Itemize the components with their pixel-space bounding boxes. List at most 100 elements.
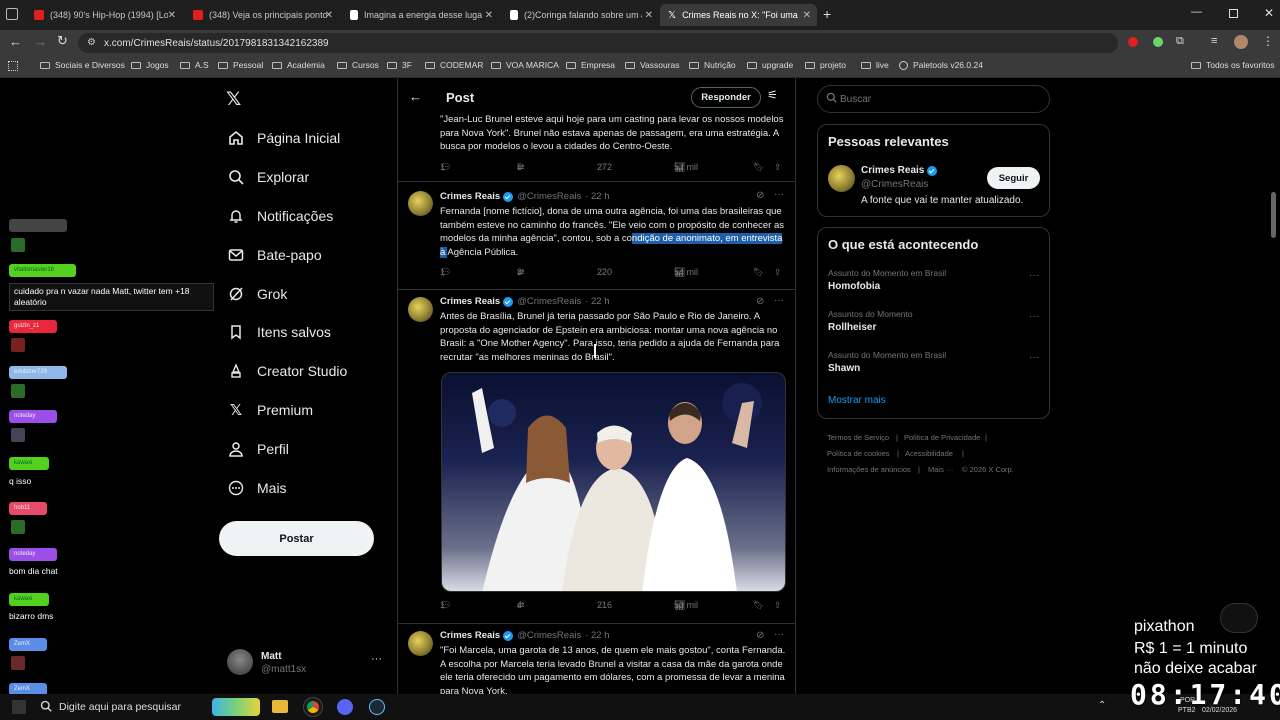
- address-bar[interactable]: ⚙ x.com/CrimesReais/status/2017981831342…: [78, 33, 1118, 53]
- footer-link[interactable]: Política de Privacidade: [904, 433, 980, 442]
- nav-premium[interactable]: 𝕏 Premium: [227, 398, 313, 422]
- file-explorer-icon[interactable]: [272, 700, 288, 713]
- grok-icon[interactable]: ⊘: [756, 190, 764, 201]
- timestamp[interactable]: · 22 h: [585, 296, 609, 307]
- back-icon[interactable]: ←: [9, 34, 22, 49]
- extension-red-icon[interactable]: [1128, 37, 1138, 47]
- new-tab-button[interactable]: +: [823, 6, 831, 22]
- media-controls-icon[interactable]: ≡: [1211, 35, 1217, 47]
- close-tab-icon[interactable]: ✕: [485, 10, 493, 21]
- nav-explore[interactable]: Explorar: [227, 165, 309, 189]
- browser-tab[interactable]: (2)Coringa falando sobre um ar ✕: [502, 4, 659, 26]
- bookmark-folder[interactable]: 3F: [387, 60, 412, 70]
- trend-item[interactable]: Assunto do Momento em Brasil Homofobia ·…: [818, 264, 1051, 300]
- back-arrow-icon[interactable]: ←: [409, 89, 422, 104]
- nav-grok[interactable]: Grok: [227, 282, 287, 306]
- avatar[interactable]: [408, 191, 433, 216]
- follow-button[interactable]: Seguir: [987, 167, 1040, 189]
- site-info-icon[interactable]: ⚙: [87, 37, 96, 48]
- bookmark-folder[interactable]: Empresa: [566, 60, 615, 70]
- browser-menu-icon[interactable]: ⋮: [1262, 34, 1274, 48]
- forward-icon[interactable]: →: [34, 34, 47, 49]
- minimize-button[interactable]: —: [1191, 6, 1202, 18]
- share-icon[interactable]: ⇪: [774, 267, 782, 278]
- more-dots-icon[interactable]: ···: [774, 189, 784, 200]
- bookmark-folder[interactable]: Vassouras: [625, 60, 680, 70]
- browser-tab[interactable]: (348) Veja os principais pontos ✕: [185, 4, 339, 26]
- close-window-button[interactable]: ✕: [1264, 6, 1274, 20]
- author-name[interactable]: Crimes Reais: [440, 191, 500, 202]
- show-more-link[interactable]: Mostrar mais: [828, 395, 886, 406]
- browser-tab[interactable]: (348) 90's Hip-Hop (1994) [Lost ✕: [26, 4, 182, 26]
- author-name-row[interactable]: Crimes Reais: [861, 165, 938, 176]
- close-tab-icon[interactable]: ✕: [645, 10, 653, 21]
- extensions-puzzle-icon[interactable]: ⧉: [1176, 35, 1184, 48]
- author-name[interactable]: Crimes Reais: [440, 630, 500, 641]
- footer-link[interactable]: Termos de Serviço: [827, 433, 889, 442]
- nav-notifications[interactable]: Notificações: [227, 204, 333, 228]
- steam-icon[interactable]: [369, 699, 385, 715]
- bookmark-icon[interactable]: 🔖︎: [753, 267, 764, 278]
- browser-tab[interactable]: Imagina a energia desse lugar? ✕: [342, 4, 499, 26]
- author-name[interactable]: Crimes Reais: [440, 296, 500, 307]
- bookmark-folder[interactable]: VOA MARICA: [491, 60, 559, 70]
- tweet-media-image[interactable]: [441, 372, 786, 592]
- bookmark-folder[interactable]: upgrade: [747, 60, 793, 70]
- more-dots-icon[interactable]: ···: [1029, 270, 1039, 281]
- bookmark-folder[interactable]: Nutrição: [689, 60, 736, 70]
- footer-link[interactable]: Política de cookies: [827, 449, 890, 458]
- more-dots-icon[interactable]: ···: [1029, 352, 1039, 363]
- timestamp[interactable]: · 22 h: [585, 191, 609, 202]
- footer-link[interactable]: Mais ···: [928, 465, 953, 474]
- bookmark-folder[interactable]: Academia: [272, 60, 325, 70]
- more-dots-icon[interactable]: ···: [774, 629, 784, 640]
- nav-more[interactable]: Mais: [227, 476, 287, 500]
- bookmark-folder[interactable]: projeto: [805, 60, 846, 70]
- discord-icon[interactable]: [337, 699, 353, 715]
- nav-chat[interactable]: Bate-papo: [227, 243, 322, 267]
- chrome-icon[interactable]: [303, 697, 323, 717]
- avatar[interactable]: [408, 297, 433, 322]
- reload-icon[interactable]: ↻: [57, 33, 68, 49]
- post-button[interactable]: Postar: [219, 521, 374, 556]
- search-input[interactable]: Buscar: [817, 85, 1050, 113]
- grok-icon[interactable]: ⊘: [756, 630, 764, 641]
- bookmark-icon[interactable]: 🔖︎: [753, 600, 764, 611]
- browser-tab-active[interactable]: 𝕏 Crimes Reais no X: "Foi uma ✕: [660, 4, 817, 26]
- bookmark-folder[interactable]: Jogos: [131, 60, 169, 70]
- x-logo-icon[interactable]: 𝕏: [226, 88, 241, 111]
- avatar[interactable]: [828, 165, 855, 192]
- close-tab-icon[interactable]: ✕: [168, 10, 176, 21]
- close-tab-icon[interactable]: ✕: [325, 10, 333, 21]
- nav-bookmarks[interactable]: Itens salvos: [227, 320, 331, 344]
- grok-icon[interactable]: ⊘: [756, 296, 764, 307]
- share-icon[interactable]: ⇪: [774, 162, 782, 173]
- apps-grid-icon[interactable]: [8, 61, 18, 71]
- close-tab-icon[interactable]: ✕: [803, 10, 811, 21]
- nav-profile[interactable]: Perfil: [227, 437, 289, 461]
- footer-link[interactable]: Acessibilidade: [905, 449, 953, 458]
- tab-search-icon[interactable]: [6, 8, 18, 20]
- account-switcher[interactable]: Matt @matt1sx ···: [227, 649, 387, 679]
- timestamp[interactable]: · 22 h: [585, 630, 609, 641]
- bookmark-folder[interactable]: Cursos: [337, 60, 379, 70]
- reply-button[interactable]: Responder: [691, 87, 761, 108]
- share-icon[interactable]: ⇪: [774, 600, 782, 611]
- nav-home[interactable]: Página Inicial: [227, 126, 340, 150]
- more-dots-icon[interactable]: ···: [1029, 311, 1039, 322]
- messages-drawer-icon[interactable]: [1220, 603, 1258, 633]
- bookmark-folder[interactable]: A.S: [180, 60, 209, 70]
- more-dots-icon[interactable]: ···: [774, 295, 784, 306]
- author-handle[interactable]: @CrimesReais: [861, 179, 928, 190]
- settings-sliders-icon[interactable]: ⚟: [767, 88, 778, 102]
- scrollbar-thumb[interactable]: [1271, 192, 1276, 238]
- bookmark-folder[interactable]: Pessoal: [218, 60, 263, 70]
- taskbar-search-input[interactable]: Digite aqui para pesquisar: [34, 697, 264, 717]
- avatar[interactable]: [408, 631, 433, 656]
- restore-button[interactable]: [1229, 9, 1238, 18]
- extension-green-icon[interactable]: [1153, 37, 1163, 47]
- all-bookmarks-folder[interactable]: Todos os favoritos: [1191, 60, 1275, 70]
- bookmark-icon[interactable]: 🔖︎: [753, 162, 764, 173]
- author-handle[interactable]: @CrimesReais: [517, 191, 581, 202]
- profile-avatar-icon[interactable]: [1234, 35, 1248, 49]
